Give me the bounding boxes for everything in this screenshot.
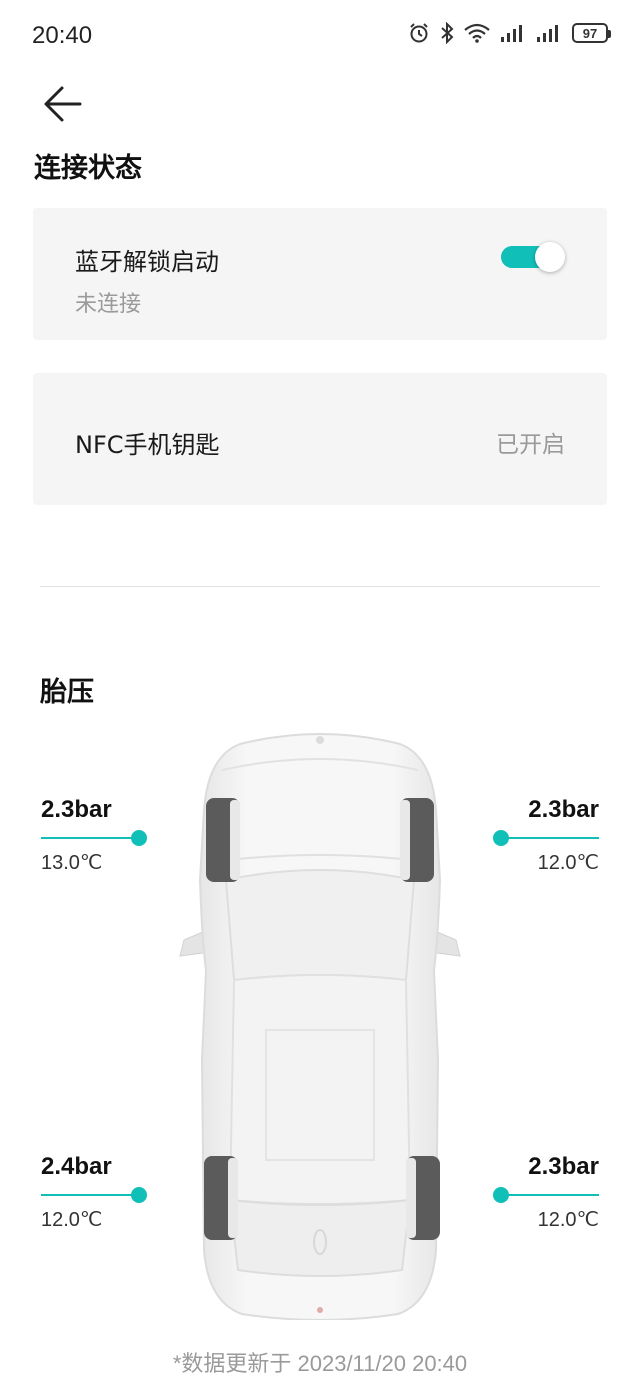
back-arrow-icon xyxy=(44,86,82,122)
signal-icon xyxy=(501,25,522,42)
nfc-key-label: NFC手机钥匙 xyxy=(75,431,220,459)
car-top-view-image xyxy=(179,733,461,1321)
nfc-status: 已开启 xyxy=(496,432,565,458)
front-left-temp: 13.0℃ xyxy=(41,852,103,874)
wifi-icon xyxy=(464,23,490,43)
divider xyxy=(40,586,600,587)
connection-status-title: 连接状态 xyxy=(34,153,142,184)
rear-left-temp: 12.0℃ xyxy=(41,1209,103,1231)
front-left-pressure: 2.3bar xyxy=(41,796,112,823)
front-right-indicator xyxy=(469,830,599,846)
front-left-tire-readout: 2.3bar 13.0℃ xyxy=(41,796,171,875)
data-updated-note: *数据更新于 2023/11/20 20:40 xyxy=(172,1351,468,1376)
rear-left-tire-readout: 2.4bar 12.0℃ xyxy=(41,1153,171,1232)
rear-right-indicator xyxy=(469,1187,599,1203)
bluetooth-icon xyxy=(441,22,454,44)
rear-right-temp: 12.0℃ xyxy=(537,1209,599,1231)
battery-indicator: 97 xyxy=(572,23,611,43)
front-left-indicator xyxy=(41,830,171,846)
tire-pressure-title: 胎压 xyxy=(40,677,94,708)
nfc-card[interactable]: NFC手机钥匙 已开启 xyxy=(33,373,607,505)
status-bar: 20:40 97 xyxy=(0,0,640,70)
front-right-temp: 12.0℃ xyxy=(537,852,599,874)
rear-right-tire-readout: 2.3bar 12.0℃ xyxy=(469,1153,599,1232)
status-time: 20:40 xyxy=(32,22,93,49)
car-illustration xyxy=(170,730,470,1321)
front-right-tire-readout: 2.3bar 12.0℃ xyxy=(469,796,599,875)
rear-left-indicator xyxy=(41,1187,171,1203)
back-button[interactable] xyxy=(40,80,88,128)
rear-left-pressure: 2.4bar xyxy=(41,1153,112,1180)
front-right-pressure: 2.3bar xyxy=(528,796,599,823)
alarm-icon xyxy=(410,23,428,43)
signal-icon xyxy=(537,25,558,42)
bluetooth-card[interactable]: 蓝牙解锁启动 未连接 xyxy=(33,208,607,340)
toggle-knob xyxy=(535,242,565,272)
bluetooth-unlock-label: 蓝牙解锁启动 xyxy=(75,248,219,276)
bluetooth-connection-status: 未连接 xyxy=(75,292,142,317)
rear-right-pressure: 2.3bar xyxy=(528,1153,599,1180)
bluetooth-unlock-toggle[interactable] xyxy=(501,242,565,272)
status-icons: 97 xyxy=(408,22,611,44)
